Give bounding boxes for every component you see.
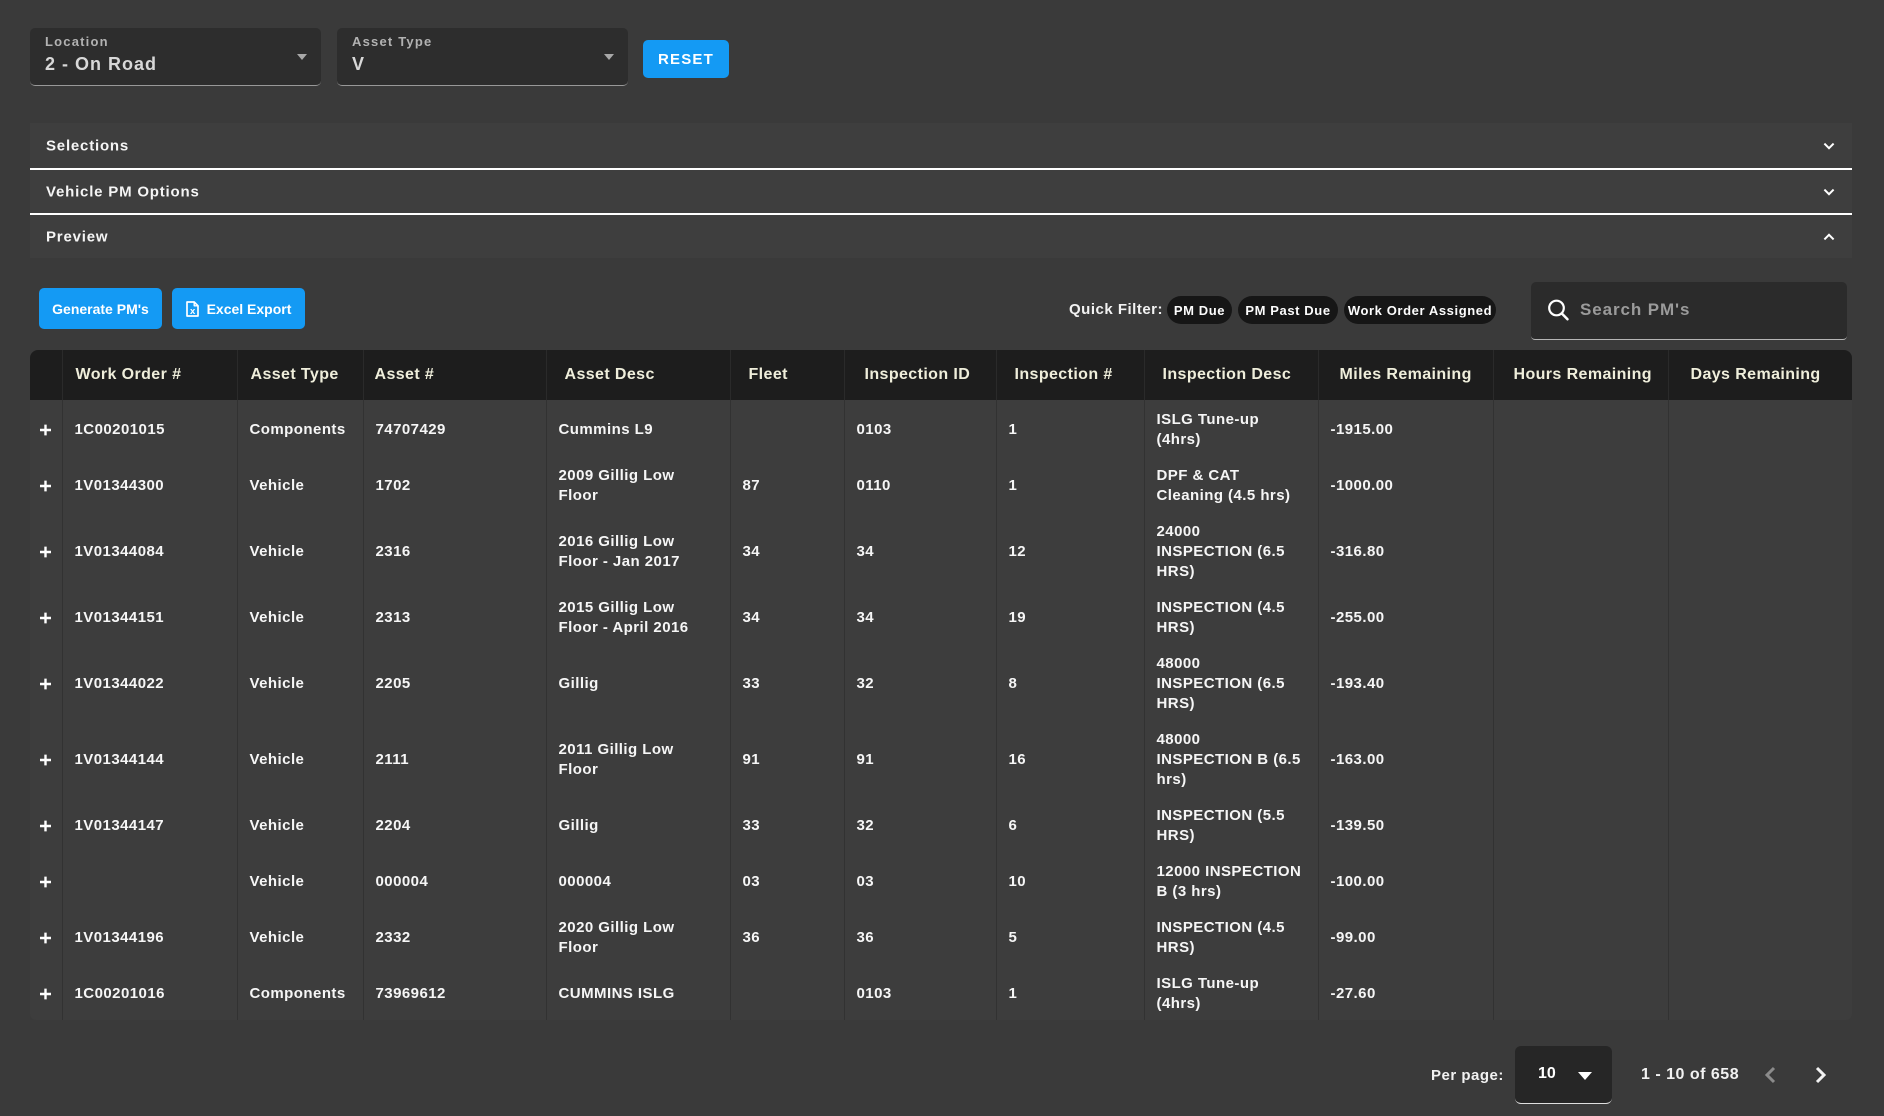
svg-text:x: x (190, 306, 196, 317)
